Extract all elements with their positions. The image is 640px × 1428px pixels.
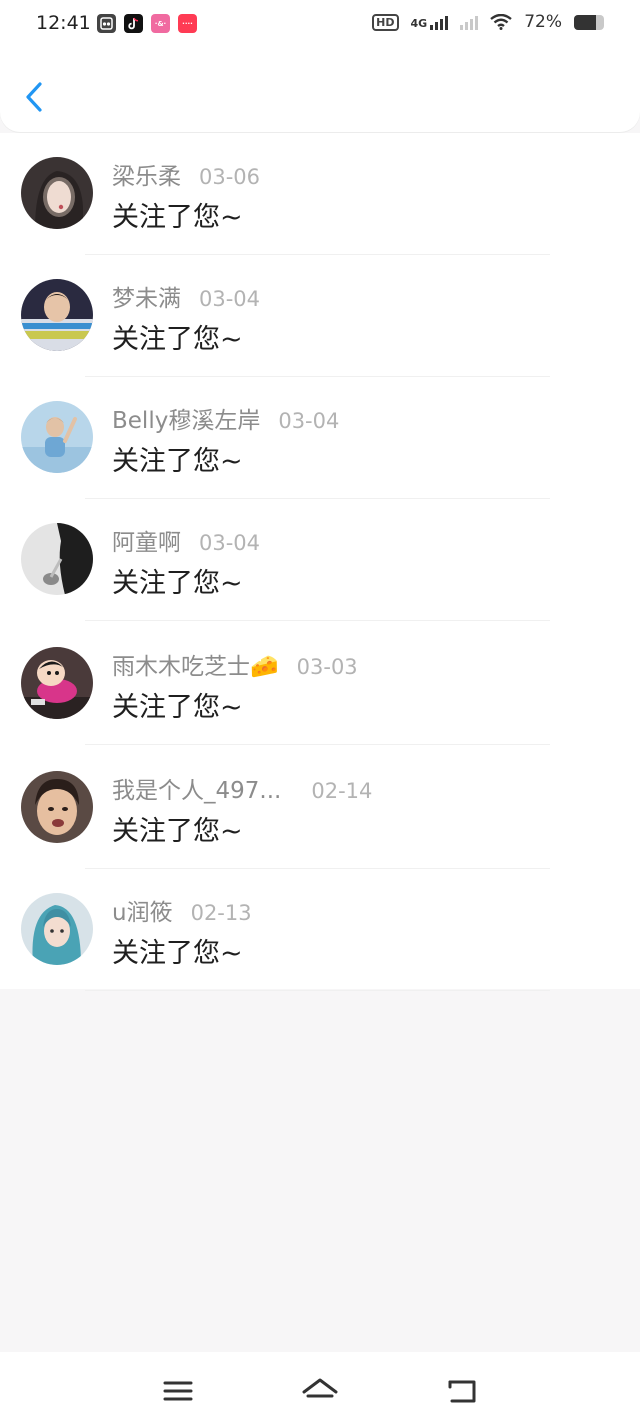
tiktok-icon [124, 14, 143, 33]
notification-message: 关注了您~ [112, 202, 243, 233]
list-item[interactable]: Belly穆溪左岸 03-04 关注了您~ [0, 377, 640, 499]
follow-date: 03-03 [296, 655, 358, 679]
name-row: Belly穆溪左岸 03-04 [112, 401, 339, 435]
user-name[interactable]: Belly穆溪左岸 [112, 401, 260, 435]
list-item[interactable]: 阿童啊 03-04 关注了您~ [0, 499, 640, 621]
avatar[interactable] [21, 771, 93, 843]
signal-2-icon [460, 14, 479, 30]
menu-button[interactable] [158, 1374, 198, 1408]
back-button[interactable] [22, 80, 48, 116]
avatar[interactable] [21, 647, 93, 719]
network-type: 4G [410, 17, 428, 30]
divider [85, 990, 550, 991]
notification-message: 关注了您~ [112, 568, 243, 599]
menu-icon [163, 1381, 193, 1401]
notification-message: 关注了您~ [112, 324, 243, 355]
hd-icon: HD [372, 13, 399, 31]
gallery-icon [97, 14, 116, 33]
chevron-left-icon [26, 82, 42, 112]
list-item[interactable]: u润筱 02-13 关注了您~ [0, 869, 640, 991]
home-icon [302, 1378, 338, 1398]
avatar[interactable] [21, 523, 93, 595]
list-item[interactable]: 梁乐柔 03-06 关注了您~ [0, 133, 640, 255]
name-row: u润筱 02-13 [112, 893, 252, 927]
name-row: 梁乐柔 03-06 [112, 157, 260, 191]
name-row: 我是个人_497... 02-14 [112, 771, 372, 805]
follow-date: 03-04 [199, 531, 261, 555]
back-nav-button[interactable] [442, 1374, 482, 1408]
battery-icon [574, 14, 604, 30]
notification-message: 关注了您~ [112, 446, 243, 477]
follow-date: 02-14 [311, 779, 373, 803]
avatar[interactable] [21, 401, 93, 473]
user-name[interactable]: 雨木木吃芝士🧀 [112, 647, 279, 681]
follow-date: 03-06 [199, 165, 261, 189]
follow-date: 03-04 [278, 409, 340, 433]
user-name[interactable]: 我是个人_497... [112, 771, 281, 805]
home-button[interactable] [300, 1374, 340, 1408]
notification-message: 关注了您~ [112, 816, 243, 847]
user-name[interactable]: 梦未满 [112, 279, 181, 313]
app-icon: ·&· [151, 14, 170, 33]
name-row: 梦未满 03-04 [112, 279, 260, 313]
system-nav-bar [0, 1352, 640, 1428]
battery-percent: 72% [524, 12, 562, 32]
back-icon [448, 1380, 476, 1403]
name-row: 雨木木吃芝士🧀 03-03 [112, 647, 358, 681]
notification-icons: ·&· ···· [97, 14, 197, 33]
avatar[interactable] [21, 157, 93, 229]
avatar[interactable] [21, 893, 93, 965]
status-bar: 12:41 ·&· ···· HD 4G 72% [0, 0, 640, 50]
signal-icon [430, 14, 449, 30]
follow-date: 02-13 [190, 901, 252, 925]
user-name[interactable]: u润筱 [112, 893, 173, 927]
user-name[interactable]: 梁乐柔 [112, 157, 181, 191]
follow-date: 03-04 [199, 287, 261, 311]
follower-list: 梁乐柔 03-06 关注了您~ 梦未满 03-04 关注了您~ Belly穆溪左… [0, 133, 640, 991]
wifi-icon [490, 14, 512, 30]
notification-message: 关注了您~ [112, 692, 243, 723]
list-item[interactable]: 我是个人_497... 02-14 关注了您~ [0, 745, 640, 869]
notification-message: 关注了您~ [112, 938, 243, 969]
status-indicators: HD 4G 72% [372, 12, 604, 32]
name-row: 阿童啊 03-04 [112, 523, 260, 557]
list-item[interactable]: 梦未满 03-04 关注了您~ [0, 255, 640, 377]
network-indicator: 4G [411, 14, 449, 30]
header [0, 50, 640, 132]
app-icon: ···· [178, 14, 197, 33]
user-name[interactable]: 阿童啊 [112, 523, 181, 557]
status-time: 12:41 [36, 12, 91, 34]
avatar[interactable] [21, 279, 93, 351]
list-item[interactable]: 雨木木吃芝士🧀 03-03 关注了您~ [0, 621, 640, 745]
